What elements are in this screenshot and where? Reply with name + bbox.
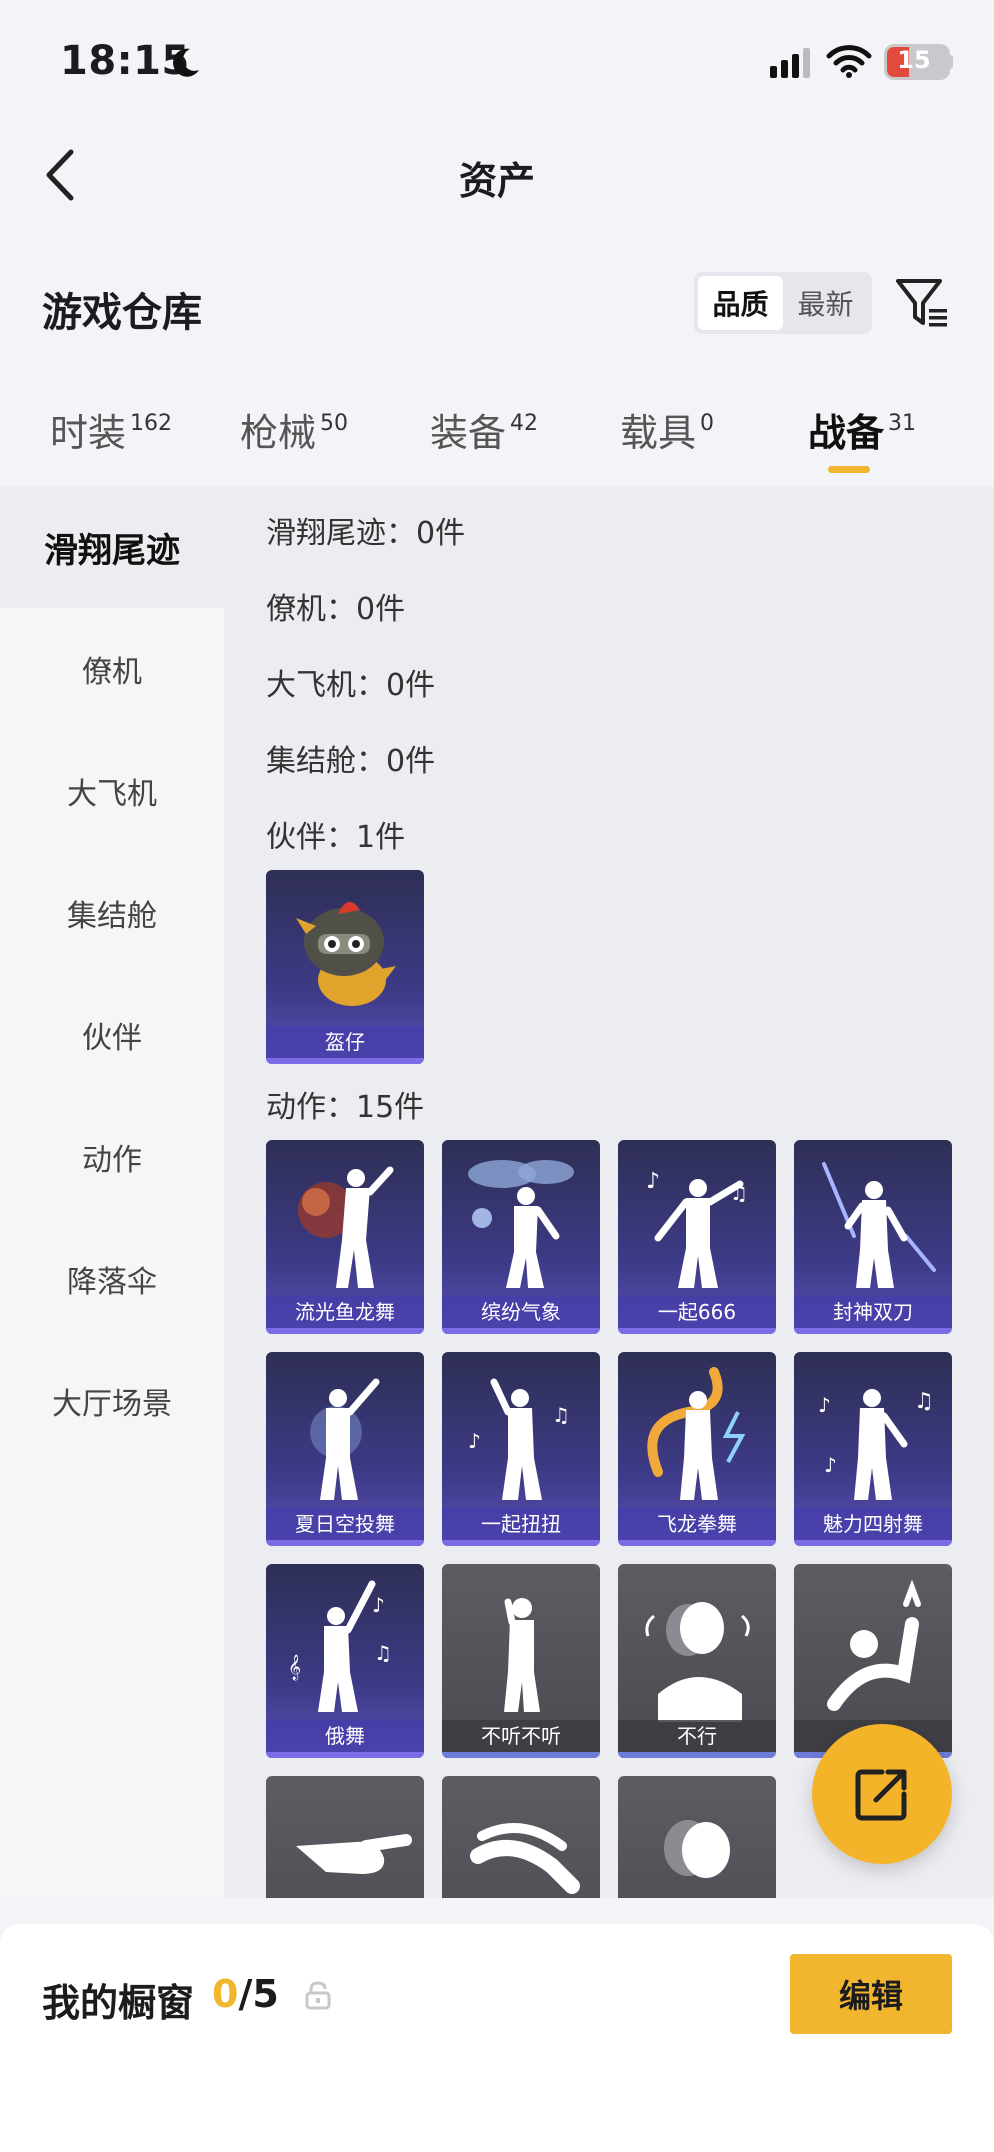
section-glide-trail: 滑翔尾迹：0件 — [266, 516, 466, 551]
emote-figure-image — [647, 1367, 746, 1500]
emote-card[interactable]: ♪ ♫ ♪ 魅力四射舞 — [794, 1352, 952, 1546]
section-pod: 集结舱：0件 — [266, 744, 436, 779]
tab-indicator — [828, 466, 870, 473]
edit-button[interactable]: 编辑 — [790, 1954, 952, 2034]
emote-figure-image: ♪ ♫ — [468, 1378, 570, 1500]
showcase-panel: 我的橱窗 0/5 编辑 — [0, 1924, 994, 2152]
wifi-icon — [826, 45, 872, 78]
svg-text:♪: ♪ — [818, 1393, 831, 1417]
sidebar-item-parachute[interactable]: 降落伞 — [0, 1218, 224, 1340]
emote-figure-image — [645, 1602, 750, 1722]
signal-icon — [770, 48, 810, 78]
emote-card[interactable]: 不行 — [618, 1564, 776, 1758]
emote-figure-image — [664, 1820, 730, 1878]
showcase-count: 0/5 — [212, 1972, 279, 2016]
sidebar-item-glide-trail[interactable]: 滑翔尾迹 — [0, 486, 224, 608]
svg-text:♫: ♫ — [552, 1403, 570, 1427]
emote-figure-image — [822, 1162, 936, 1288]
card-label: 夏日空投舞 — [266, 1508, 424, 1540]
filter-button[interactable] — [892, 272, 954, 334]
page-title: 资产 — [458, 159, 535, 203]
share-fab[interactable] — [812, 1724, 952, 1864]
section-partner: 伙伴：1件 — [266, 820, 406, 855]
battery-level: 15 — [897, 46, 931, 74]
emote-card[interactable]: 缤纷气象 — [442, 1140, 600, 1334]
card-label: 封神双刀 — [794, 1296, 952, 1328]
card-label: 缤纷气象 — [442, 1296, 600, 1328]
sort-quality-button[interactable]: 品质 — [698, 276, 783, 330]
emote-card[interactable]: 封神双刀 — [794, 1140, 952, 1334]
share-icon — [855, 1769, 907, 1821]
emote-card[interactable]: 夏日空投舞 — [266, 1352, 424, 1546]
sidebar: 滑翔尾迹 僚机 大飞机 集结舱 伙伴 动作 降落伞 大厅场景 — [0, 486, 224, 1898]
svg-text:♫: ♫ — [374, 1641, 392, 1665]
emote-figure-image — [298, 1166, 394, 1288]
svg-text:♪: ♪ — [468, 1429, 481, 1453]
section-wingman: 僚机：0件 — [266, 592, 406, 627]
emote-figure-image: ♪ ♫ — [646, 1169, 748, 1288]
moon-icon — [173, 48, 199, 77]
emote-figure-image — [827, 1579, 921, 1711]
emote-card[interactable]: ♪ ♫ 一起666 — [618, 1140, 776, 1334]
tab-outfit[interactable]: 时装 162 — [50, 402, 172, 457]
sidebar-item-pod[interactable]: 集结舱 — [0, 852, 224, 974]
sidebar-item-lobby-scene[interactable]: 大厅场景 — [0, 1340, 224, 1462]
emote-card[interactable]: 不听不听 — [442, 1564, 600, 1758]
battery-icon: 15 — [884, 44, 950, 80]
card-label: 俄舞 — [266, 1720, 424, 1752]
sidebar-item-plane[interactable]: 大飞机 — [0, 730, 224, 852]
tab-combat-prep[interactable]: 战备 31 — [808, 402, 916, 457]
emote-card[interactable] — [266, 1776, 424, 1898]
partner-owl-image — [296, 901, 396, 1006]
svg-text:♪: ♪ — [824, 1453, 837, 1477]
card-label: 一起扭扭 — [442, 1508, 600, 1540]
sidebar-item-partner[interactable]: 伙伴 — [0, 974, 224, 1096]
card-label: 不听不听 — [442, 1720, 600, 1752]
card-label: 不行 — [618, 1720, 776, 1752]
emote-figure-image — [296, 1834, 412, 1874]
svg-text:𝄞: 𝄞 — [288, 1654, 301, 1680]
filter-icon — [896, 279, 947, 327]
svg-text:♫: ♫ — [914, 1389, 934, 1414]
card-label: 魅力四射舞 — [794, 1508, 952, 1540]
emote-figure-image — [470, 1823, 580, 1894]
section-plane: 大飞机：0件 — [266, 668, 436, 703]
card-label: 盔仔 — [266, 1026, 424, 1058]
card-label: 流光鱼龙舞 — [266, 1296, 424, 1328]
emote-figure-image — [504, 1598, 540, 1712]
emote-card[interactable]: ♪ ♫ 𝄞 俄舞 — [266, 1564, 424, 1758]
emote-figure-image — [310, 1378, 380, 1500]
sidebar-item-emote[interactable]: 动作 — [0, 1096, 224, 1218]
sort-toggle: 品质 最新 — [694, 272, 872, 334]
emote-figure-image — [468, 1160, 574, 1288]
emote-figure-image: ♪ ♫ ♪ — [818, 1389, 934, 1500]
svg-text:♪: ♪ — [372, 1593, 385, 1617]
emote-card[interactable] — [442, 1776, 600, 1898]
emote-card[interactable]: 飞龙拳舞 — [618, 1352, 776, 1546]
svg-text:♪: ♪ — [646, 1169, 660, 1194]
section-emote: 动作：15件 — [266, 1090, 425, 1125]
emote-card[interactable] — [618, 1776, 776, 1898]
warehouse-title: 游戏仓库 — [42, 290, 202, 336]
sort-newest-button[interactable]: 最新 — [783, 276, 868, 330]
lock-icon — [305, 1981, 331, 2010]
card-label: 一起666 — [618, 1296, 776, 1328]
emote-card[interactable]: 流光鱼龙舞 — [266, 1140, 424, 1334]
emote-figure-image: ♪ ♫ 𝄞 — [288, 1580, 392, 1712]
emote-card[interactable]: ♪ ♫ 一起扭扭 — [442, 1352, 600, 1546]
status-bar: 18:15 15 — [0, 0, 994, 120]
sidebar-item-wingman[interactable]: 僚机 — [0, 608, 224, 730]
showcase-title: 我的橱窗 — [42, 1981, 195, 2025]
content-area: 滑翔尾迹 僚机 大飞机 集结舱 伙伴 动作 降落伞 大厅场景 滑翔尾迹：0件 僚… — [0, 486, 994, 1898]
tab-equipment[interactable]: 装备 42 — [430, 402, 538, 457]
card-label: 飞龙拳舞 — [618, 1508, 776, 1540]
partner-card[interactable]: 盔仔 — [266, 870, 424, 1064]
tab-vehicles[interactable]: 载具 0 — [620, 402, 714, 457]
tab-weapons[interactable]: 枪械 50 — [240, 402, 348, 457]
